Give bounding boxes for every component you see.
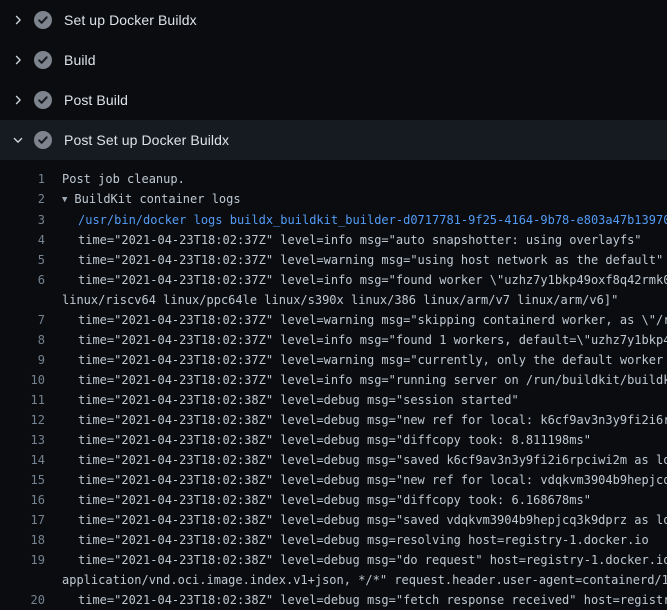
log-line: 3/usr/bin/docker logs buildx_buildkit_bu… [0, 210, 667, 230]
log-line: 12time="2021-04-23T18:02:38Z" level=debu… [0, 410, 667, 430]
line-number[interactable]: 13 [0, 430, 45, 450]
log-group-header: ▼ BuildKit container logs [45, 189, 241, 210]
log-line: 10time="2021-04-23T18:02:37Z" level=info… [0, 370, 667, 390]
chevron-right-icon [10, 12, 26, 28]
log-text: time="2021-04-23T18:02:37Z" level=warnin… [45, 250, 663, 270]
log-line: 1Post job cleanup. [0, 169, 667, 189]
log-line: 18time="2021-04-23T18:02:38Z" level=debu… [0, 530, 667, 550]
check-circle-icon [34, 131, 52, 149]
steps-list: Set up Docker Buildx Build Post Build Post … [0, 0, 667, 160]
log-line: 4time="2021-04-23T18:02:37Z" level=info … [0, 230, 667, 250]
line-number-spacer [0, 570, 45, 590]
log-text: time="2021-04-23T18:02:37Z" level=info m… [45, 330, 667, 350]
log-line: 13time="2021-04-23T18:02:38Z" level=debu… [0, 430, 667, 450]
check-circle-icon [34, 51, 52, 69]
log-line: 9time="2021-04-23T18:02:37Z" level=warni… [0, 350, 667, 370]
log-text: time="2021-04-23T18:02:37Z" level=warnin… [45, 350, 667, 370]
line-number[interactable]: 19 [0, 550, 45, 570]
log-text: time="2021-04-23T18:02:38Z" level=debug … [45, 410, 667, 430]
line-number[interactable]: 3 [0, 210, 45, 230]
log-text: time="2021-04-23T18:02:38Z" level=debug … [45, 490, 591, 510]
log-text: time="2021-04-23T18:02:38Z" level=debug … [45, 530, 649, 550]
line-number[interactable]: 11 [0, 390, 45, 410]
log-text: time="2021-04-23T18:02:38Z" level=debug … [45, 470, 667, 490]
log-line-continuation: application/vnd.oci.image.index.v1+json,… [0, 570, 667, 590]
log-line: 14time="2021-04-23T18:02:38Z" level=debu… [0, 450, 667, 470]
log-line: 20time="2021-04-23T18:02:38Z" level=debu… [0, 590, 667, 610]
log-line: 7time="2021-04-23T18:02:37Z" level=warni… [0, 310, 667, 330]
step-row[interactable]: Build [0, 40, 667, 80]
log-line: 2 ▼ BuildKit container logs [0, 189, 667, 210]
line-number[interactable]: 12 [0, 410, 45, 430]
line-number-spacer [0, 290, 45, 310]
log-line: 5time="2021-04-23T18:02:37Z" level=warni… [0, 250, 667, 270]
log-line: 6time="2021-04-23T18:02:37Z" level=info … [0, 270, 667, 290]
line-number[interactable]: 16 [0, 490, 45, 510]
line-number[interactable]: 15 [0, 470, 45, 490]
line-number[interactable]: 14 [0, 450, 45, 470]
log-line: 19time="2021-04-23T18:02:38Z" level=debu… [0, 550, 667, 570]
log-area: 1Post job cleanup.2 ▼ BuildKit container l… [0, 160, 667, 610]
log-group-title: BuildKit container logs [74, 192, 240, 206]
line-number[interactable]: 17 [0, 510, 45, 530]
line-number[interactable]: 4 [0, 230, 45, 250]
step-label: Set up Docker Buildx [64, 12, 197, 28]
log-text: time="2021-04-23T18:02:38Z" level=debug … [45, 450, 667, 470]
line-number[interactable]: 9 [0, 350, 45, 370]
check-circle-icon [34, 91, 52, 109]
step-row[interactable]: Post Build [0, 80, 667, 120]
log-text: application/vnd.oci.image.index.v1+json,… [45, 570, 667, 590]
log-text: time="2021-04-23T18:02:38Z" level=debug … [45, 590, 667, 610]
log-text: time="2021-04-23T18:02:37Z" level=warnin… [45, 310, 667, 330]
log-text: time="2021-04-23T18:02:38Z" level=debug … [45, 550, 667, 570]
chevron-down-icon [10, 132, 26, 148]
line-number[interactable]: 20 [0, 590, 45, 610]
line-number[interactable]: 7 [0, 310, 45, 330]
log-command-text: /usr/bin/docker logs buildx_buildkit_bui… [45, 210, 667, 230]
log-text: time="2021-04-23T18:02:37Z" level=info m… [45, 230, 642, 250]
chevron-right-icon [10, 52, 26, 68]
log-text: time="2021-04-23T18:02:38Z" level=debug … [45, 510, 667, 530]
log-text: Post job cleanup. [45, 169, 185, 189]
log-text: linux/riscv64 linux/ppc64le linux/s390x … [45, 290, 618, 310]
check-circle-icon [34, 11, 52, 29]
chevron-right-icon [10, 92, 26, 108]
log-line: 16time="2021-04-23T18:02:38Z" level=debu… [0, 490, 667, 510]
step-row[interactable]: Set up Docker Buildx [0, 0, 667, 40]
log-text: time="2021-04-23T18:02:38Z" level=debug … [45, 390, 519, 410]
line-number[interactable]: 8 [0, 330, 45, 350]
log-line: 11time="2021-04-23T18:02:38Z" level=debu… [0, 390, 667, 410]
step-label: Post Set up Docker Buildx [64, 132, 229, 148]
log-line: 17time="2021-04-23T18:02:38Z" level=debu… [0, 510, 667, 530]
log-text: time="2021-04-23T18:02:38Z" level=debug … [45, 430, 591, 450]
log-text: time="2021-04-23T18:02:37Z" level=info m… [45, 370, 667, 390]
log-line: 15time="2021-04-23T18:02:38Z" level=debu… [0, 470, 667, 490]
line-number[interactable]: 2 [0, 189, 45, 210]
log-line: 8time="2021-04-23T18:02:37Z" level=info … [0, 330, 667, 350]
line-number[interactable]: 18 [0, 530, 45, 550]
step-label: Build [64, 52, 96, 68]
line-number[interactable]: 1 [0, 169, 45, 189]
line-number[interactable]: 10 [0, 370, 45, 390]
triangle-down-icon[interactable]: ▼ [62, 190, 67, 210]
line-number[interactable]: 6 [0, 270, 45, 290]
step-label: Post Build [64, 92, 128, 108]
step-row[interactable]: Post Set up Docker Buildx [0, 120, 667, 160]
line-number[interactable]: 5 [0, 250, 45, 270]
log-text: time="2021-04-23T18:02:37Z" level=info m… [45, 270, 667, 290]
log-line-continuation: linux/riscv64 linux/ppc64le linux/s390x … [0, 290, 667, 310]
